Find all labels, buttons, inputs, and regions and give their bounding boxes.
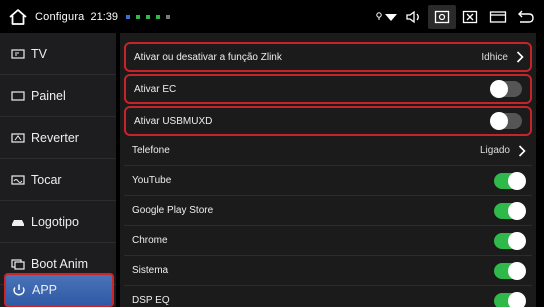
location-wifi-icon (372, 5, 400, 29)
usbmuxd-toggle[interactable] (490, 112, 522, 130)
chevron-right-icon (516, 51, 524, 63)
boot-anim-icon (11, 258, 25, 270)
close-window-icon[interactable] (456, 5, 484, 29)
scroll-edge (536, 33, 544, 307)
sidebar-item-label: Boot Anim (31, 256, 88, 271)
car-logo-icon (12, 219, 24, 226)
toggle-knob (508, 201, 526, 220)
sidebar-item-reverter[interactable]: Reverter (0, 117, 116, 159)
toggle-knob (490, 112, 508, 130)
setting-value: Idhice (481, 51, 508, 63)
youtube-setting-row[interactable]: YouTube (124, 166, 532, 196)
zlink-setting-row[interactable]: Ativar ou desativar a função Zlink Idhic… (124, 42, 532, 72)
sidebar-item-label: APP (32, 283, 58, 297)
sidebar: TV Painel Reverter Tocar Logotipo Boot A… (0, 33, 116, 307)
sidebar-item-label: Painel (31, 88, 66, 103)
indicator-dot (146, 14, 151, 19)
toggle-knob (508, 261, 526, 280)
status-toolbar (372, 0, 540, 33)
screenshot-icon[interactable] (428, 4, 456, 29)
ec-toggle[interactable] (490, 80, 522, 98)
indicator-dot (136, 14, 141, 19)
toggle-knob (490, 80, 508, 98)
setting-label: Google Play Store (132, 205, 214, 216)
back-icon[interactable] (512, 5, 540, 29)
app-title: Configura (35, 10, 85, 23)
chrome-toggle[interactable] (494, 231, 526, 250)
setting-value: Ligado (479, 145, 510, 156)
page-indicator-dots (126, 14, 171, 19)
setting-label: DSP EQ (132, 295, 170, 306)
indicator-dot (156, 14, 161, 19)
sidebar-item-painel[interactable]: Painel (0, 75, 116, 117)
tv-icon (11, 48, 25, 59)
chrome-setting-row[interactable]: Chrome (124, 226, 532, 256)
toggle-knob (508, 171, 526, 190)
setting-label: Ativar EC (134, 83, 177, 95)
toggle-knob (508, 231, 526, 250)
setting-label: Chrome (132, 235, 168, 246)
sidebar-item-tocar[interactable]: Tocar (0, 159, 116, 201)
ec-setting-row[interactable]: Ativar EC (124, 74, 532, 104)
sidebar-item-logotipo[interactable]: Logotipo (0, 201, 116, 243)
setting-label: Ativar USBMUXD (134, 115, 213, 127)
sidebar-item-label: Logotipo (31, 214, 79, 229)
sistema-setting-row[interactable]: Sistema (124, 256, 532, 286)
status-bar: Configura 21:39 (0, 0, 544, 33)
clock: 21:39 (90, 10, 119, 23)
sidebar-item-app[interactable]: APP (4, 273, 114, 307)
sidebar-item-label: TV (31, 46, 47, 61)
youtube-toggle[interactable] (494, 171, 526, 190)
panel-icon (11, 90, 25, 101)
setting-label: Ativar ou desativar a função Zlink (134, 51, 282, 63)
play-store-setting-row[interactable]: Google Play Store (124, 196, 532, 226)
indicator-dot (166, 14, 171, 19)
sistema-toggle[interactable] (494, 261, 526, 280)
sidebar-item-tv[interactable]: TV (0, 33, 116, 75)
multiwindow-icon[interactable] (484, 5, 512, 29)
settings-list: Ativar ou desativar a função Zlink Idhic… (120, 33, 536, 307)
sidebar-item-label: Reverter (31, 130, 79, 145)
sidebar-item-label: Tocar (31, 172, 62, 187)
volume-icon[interactable] (400, 5, 428, 29)
setting-label: YouTube (132, 175, 172, 186)
dsp-eq-setting-row[interactable]: DSP EQ (124, 286, 532, 307)
home-icon[interactable] (8, 8, 28, 26)
setting-label: Telefone (132, 145, 170, 156)
indicator-dot (126, 14, 131, 19)
reverse-camera-icon (11, 132, 25, 143)
setting-label: Sistema (132, 265, 169, 276)
dsp-eq-toggle[interactable] (494, 291, 526, 307)
toggle-knob (508, 291, 526, 307)
app-icon (13, 284, 25, 296)
play-store-toggle[interactable] (494, 201, 526, 220)
telefone-setting-row[interactable]: Telefone Ligado (124, 136, 532, 166)
usbmuxd-setting-row[interactable]: Ativar USBMUXD (124, 106, 532, 136)
touch-icon (11, 174, 25, 185)
chevron-right-icon (518, 144, 526, 157)
